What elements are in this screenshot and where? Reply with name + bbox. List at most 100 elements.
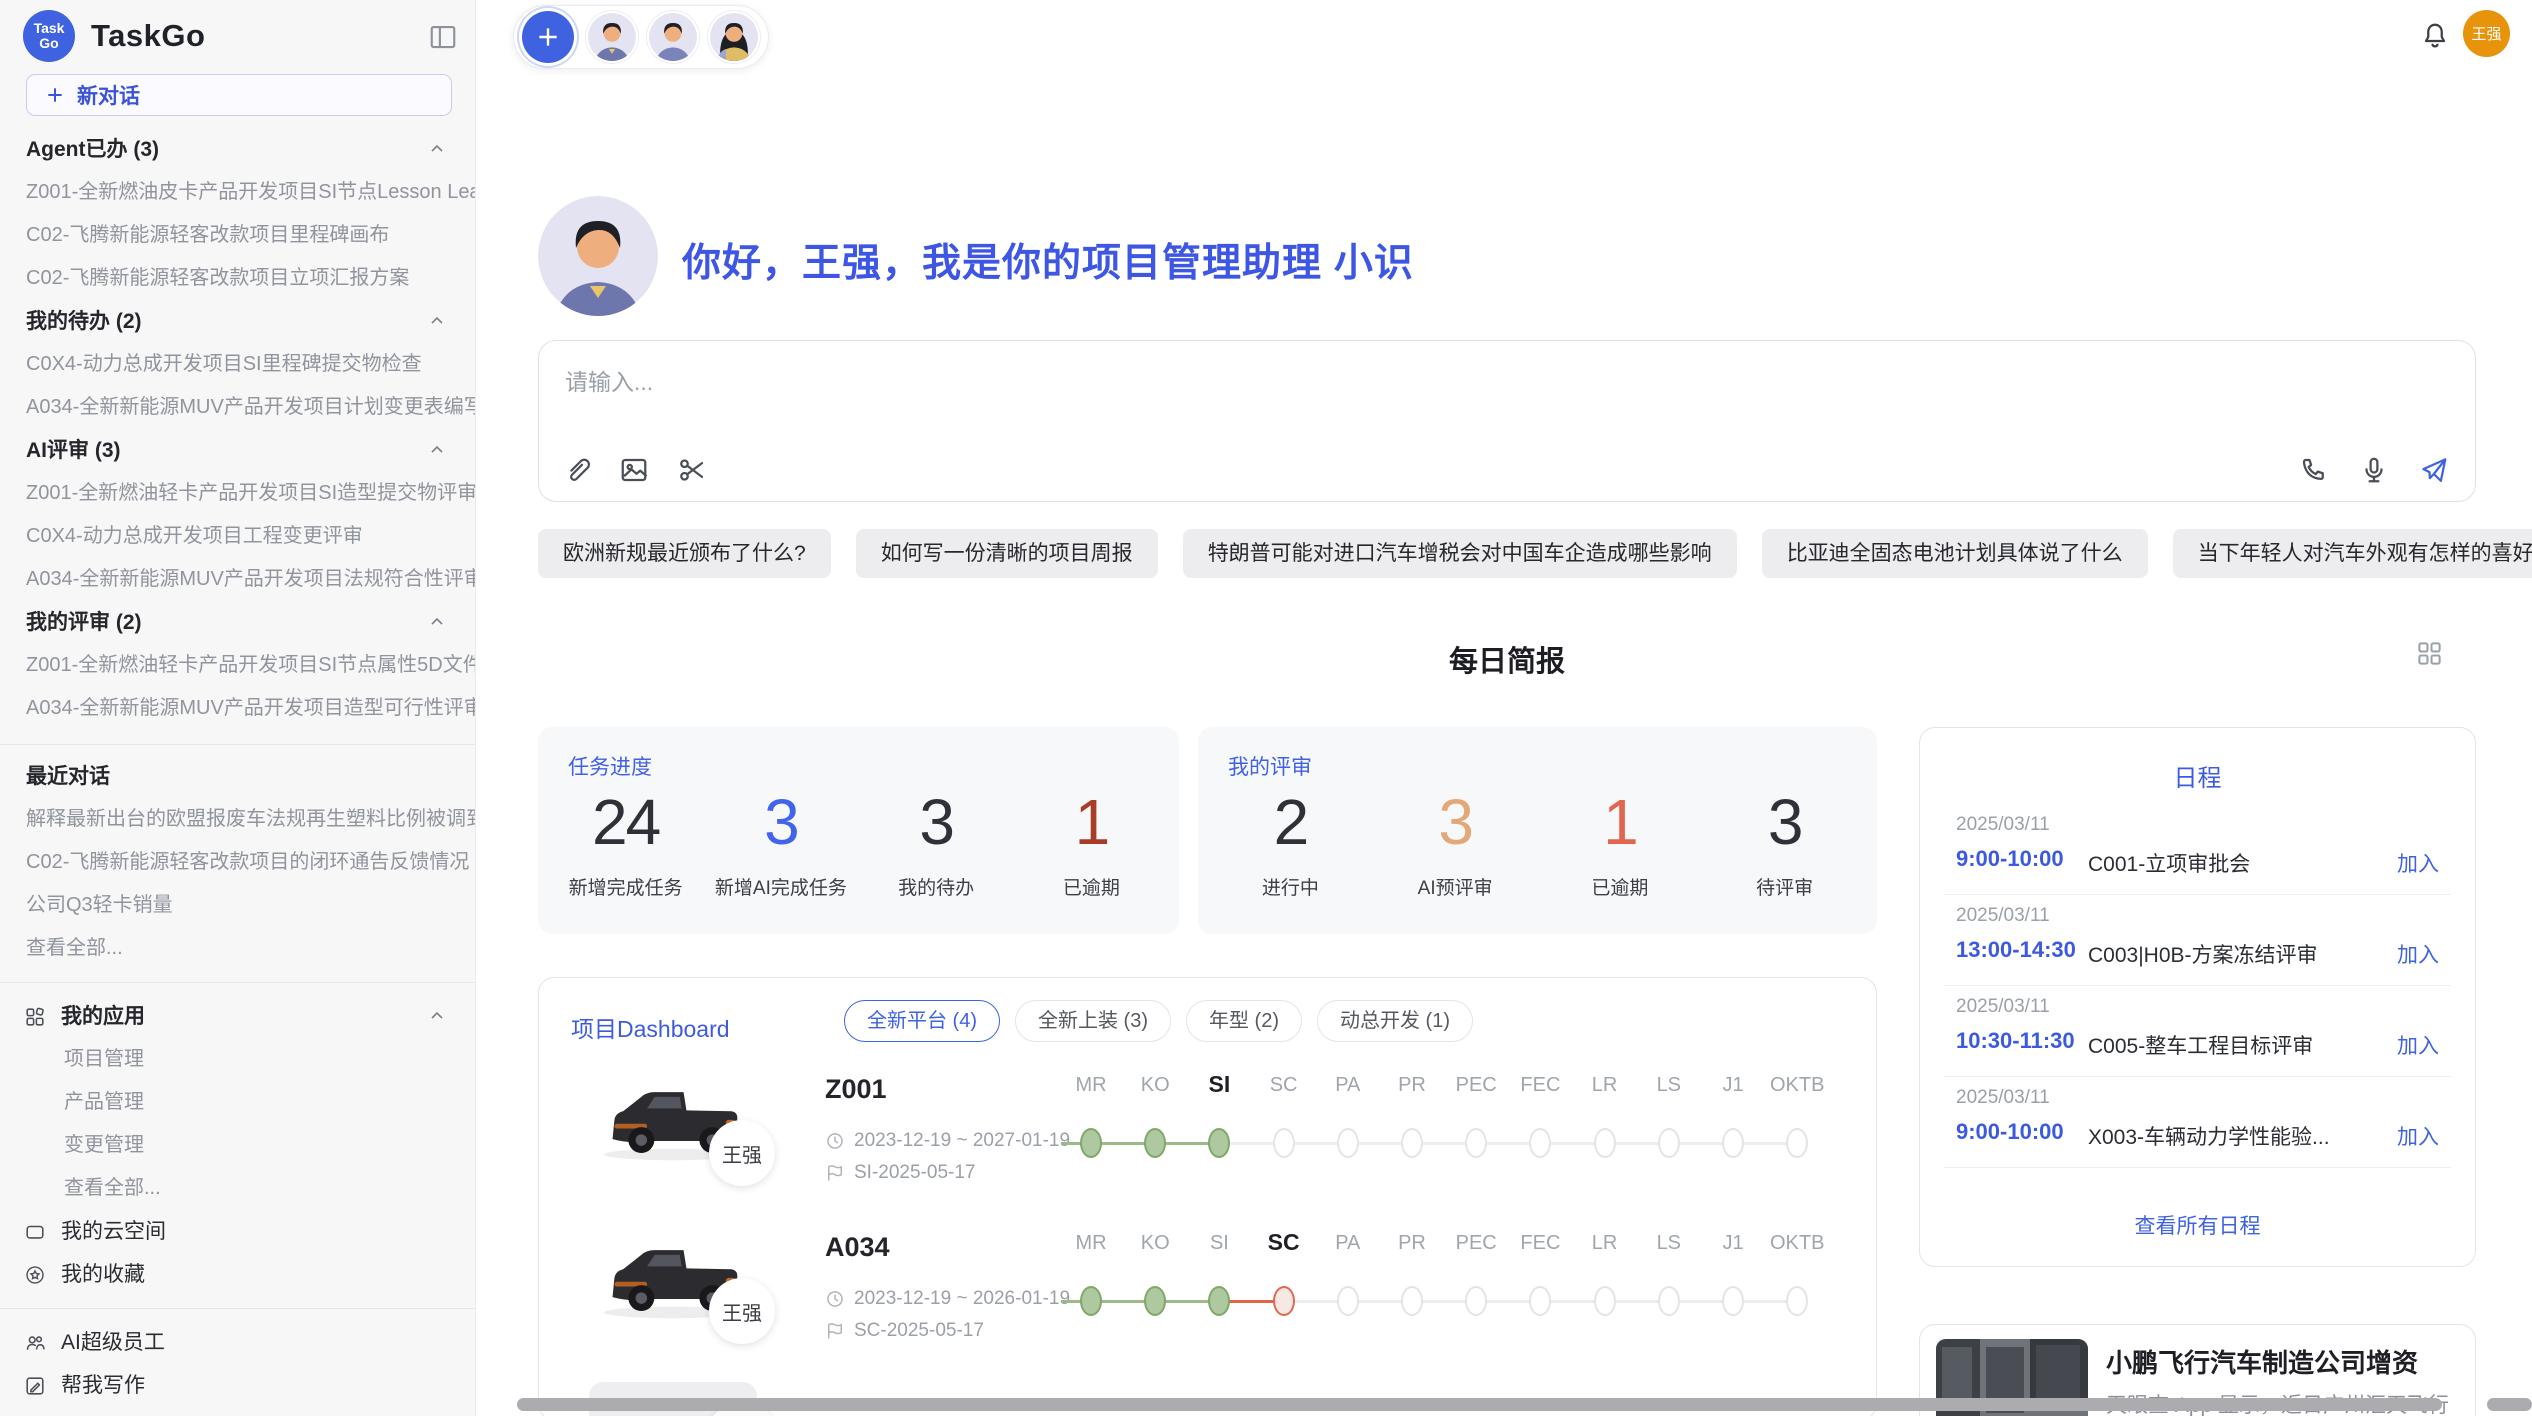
suggestion-chip[interactable]: 当下年轻人对汽车外观有怎样的喜好趋势	[2173, 529, 2532, 578]
sidebar-tool-创意制图[interactable]: 创意制图	[0, 1407, 475, 1416]
my-apps-title[interactable]: 我的应用	[0, 995, 475, 1038]
sidebar-item[interactable]: Z001-全新燃油轻卡产品开发项目SI造型提交物评审	[0, 472, 475, 515]
recent-chat-item[interactable]: C02-飞腾新能源轻客改款项目的闭环通告反馈情况	[0, 841, 475, 884]
daily-briefing-title: 每日简报	[538, 638, 2476, 680]
sidebar-item[interactable]: C02-飞腾新能源轻客改款项目里程碑画布	[0, 214, 475, 257]
dashboard-tab[interactable]: 年型 (2)	[1186, 1000, 1302, 1042]
milestone-label: MR	[1059, 1074, 1123, 1097]
sidebar-collapse-icon[interactable]	[428, 22, 458, 52]
clock-icon	[825, 1131, 845, 1151]
metric-label: 进行中	[1208, 873, 1373, 900]
add-agent-button[interactable]	[522, 11, 574, 63]
sidebar-item[interactable]: Z001-全新燃油皮卡产品开发项目SI节点Lesson Learn报告	[0, 171, 475, 214]
project-rows: 王强Z0012023-12-19 ~ 2027-01-19SI-2025-05-…	[539, 1064, 1876, 1380]
send-icon[interactable]	[2419, 455, 2449, 485]
chat-input[interactable]: 请输入...	[538, 340, 2476, 502]
milestone-dot	[1337, 1286, 1359, 1316]
sidebar-item[interactable]: A034-全新新能源MUV产品开发项目法规符合性评审	[0, 558, 475, 601]
sidebar-tool-AI超级员工[interactable]: AI超级员工	[0, 1321, 475, 1364]
horizontal-scrollbar[interactable]	[517, 1398, 2442, 1411]
suggestion-chip[interactable]: 比亚迪全固态电池计划具体说了什么	[1762, 529, 2148, 578]
milestone-dot	[1080, 1128, 1102, 1158]
user-avatar[interactable]: 王强	[2463, 10, 2510, 57]
app-title: TaskGo	[91, 18, 205, 54]
microphone-icon[interactable]	[2359, 455, 2389, 485]
milestone-label: PA	[1316, 1232, 1380, 1255]
agent-avatar-2[interactable]	[647, 11, 699, 63]
metric-label: 我的待办	[859, 873, 1014, 900]
sidebar-link-我的云空间[interactable]: 我的云空间	[0, 1210, 475, 1253]
phone-icon[interactable]	[2299, 455, 2329, 485]
app-item[interactable]: 查看全部...	[0, 1167, 475, 1210]
milestone-label: KO	[1123, 1074, 1187, 1097]
suggestion-chip[interactable]: 欧洲新规最近颁布了什么?	[538, 529, 831, 578]
milestone-dot	[1465, 1286, 1487, 1316]
app-item[interactable]: 产品管理	[0, 1081, 475, 1124]
join-meeting-link[interactable]: 加入	[2397, 939, 2439, 969]
scissors-icon[interactable]	[677, 455, 707, 485]
dashboard-tab[interactable]: 全新平台 (4)	[844, 1000, 1000, 1042]
milestone-dot	[1337, 1128, 1359, 1158]
suggestion-chip[interactable]: 如何写一份清晰的项目周报	[856, 529, 1158, 578]
schedule-item: 2025/03/1110:30-11:30C005-整车工程目标评审加入	[1944, 986, 2451, 1077]
metric-label: 新增AI完成任务	[703, 873, 858, 900]
sidebar-item[interactable]: A034-全新新能源MUV产品开发项目造型可行性评审	[0, 687, 475, 730]
clock-icon	[825, 1289, 845, 1309]
recent-chat-item[interactable]: 解释最新出台的欧盟报废车法规再生塑料比例被调到15%...	[0, 798, 475, 841]
paperclip-icon[interactable]	[561, 455, 591, 485]
milestone-dot	[1144, 1128, 1166, 1158]
recent-chat-item[interactable]: 公司Q3轻卡销量	[0, 884, 475, 927]
new-chat-button[interactable]: 新对话	[26, 74, 452, 116]
milestone-dot	[1401, 1128, 1423, 1158]
project-row[interactable]: 王强Z0012023-12-19 ~ 2027-01-19SI-2025-05-…	[539, 1064, 1876, 1222]
app-item[interactable]: 变更管理	[0, 1124, 475, 1167]
image-icon[interactable]	[619, 455, 649, 485]
stat-card-title: 任务进度	[568, 751, 652, 781]
chevron-up-icon	[427, 440, 447, 460]
notification-bell-icon[interactable]	[2420, 21, 2450, 51]
sidebar-item[interactable]: C0X4-动力总成开发项目工程变更评审	[0, 515, 475, 558]
chevron-up-icon	[427, 139, 447, 159]
sidebar-link-我的收藏[interactable]: 我的收藏	[0, 1253, 475, 1296]
milestone-label: PR	[1380, 1232, 1444, 1255]
stat-card: 我的评审2进行中3AI预评审1已逾期3待评审	[1198, 727, 1877, 934]
join-meeting-link[interactable]: 加入	[2397, 1030, 2439, 1060]
dashboard-tab[interactable]: 动总开发 (1)	[1317, 1000, 1473, 1042]
schedule-title: 日程	[1920, 758, 2475, 793]
grid-icon[interactable]	[2416, 640, 2443, 667]
project-row[interactable]: 王强A0342023-12-19 ~ 2026-01-19SC-2025-05-…	[539, 1222, 1876, 1380]
schedule-date: 2025/03/11	[1956, 905, 2050, 927]
app-logo: Task Go TaskGo	[23, 10, 205, 62]
milestone-dot	[1658, 1128, 1680, 1158]
agent-avatar-3[interactable]	[708, 11, 760, 63]
suggestion-chip[interactable]: 特朗普可能对进口汽车增税会对中国车企造成哪些影响	[1183, 529, 1737, 578]
app-item[interactable]: 项目管理	[0, 1038, 475, 1081]
sidebar-tool-帮我写作[interactable]: 帮我写作	[0, 1364, 475, 1407]
sidebar-item[interactable]: Z001-全新燃油轻卡产品开发项目SI节点属性5D文件评审	[0, 644, 475, 687]
join-meeting-link[interactable]: 加入	[2397, 1121, 2439, 1151]
schedule-time: 10:30-11:30	[1956, 1028, 2075, 1054]
sidebar-item[interactable]: C0X4-动力总成开发项目SI里程碑提交物检查	[0, 343, 475, 386]
sidebar-section-title[interactable]: AI评审 (3)	[0, 429, 475, 472]
recent-chat-item[interactable]: 查看全部...	[0, 927, 475, 970]
schedule-date: 2025/03/11	[1956, 814, 2050, 836]
plus-icon	[535, 24, 561, 50]
chat-input-placeholder: 请输入...	[565, 363, 653, 397]
metric: 3我的待办	[859, 785, 1014, 900]
sidebar-section-title[interactable]: Agent已办 (3)	[0, 128, 475, 171]
sidebar-section-title[interactable]: 我的评审 (2)	[0, 601, 475, 644]
sidebar-item[interactable]: A034-全新新能源MUV产品开发项目计划变更表编写	[0, 386, 475, 429]
join-meeting-link[interactable]: 加入	[2397, 848, 2439, 878]
metric-value: 3	[1702, 785, 1867, 859]
sidebar-section-title[interactable]: 我的待办 (2)	[0, 300, 475, 343]
divider	[0, 744, 475, 745]
horizontal-scrollbar-right[interactable]	[2487, 1398, 2532, 1411]
sidebar-item[interactable]: C02-飞腾新能源轻客改款项目立项汇报方案	[0, 257, 475, 300]
chevron-up-icon	[427, 612, 447, 632]
agent-avatar-1[interactable]	[586, 11, 638, 63]
view-all-schedule-link[interactable]: 查看所有日程	[1920, 1210, 2475, 1240]
schedule-time: 9:00-10:00	[1956, 1119, 2064, 1145]
milestone-label: SI	[1187, 1071, 1251, 1098]
dashboard-tab[interactable]: 全新上装 (3)	[1015, 1000, 1171, 1042]
milestone-label: FEC	[1508, 1232, 1572, 1255]
